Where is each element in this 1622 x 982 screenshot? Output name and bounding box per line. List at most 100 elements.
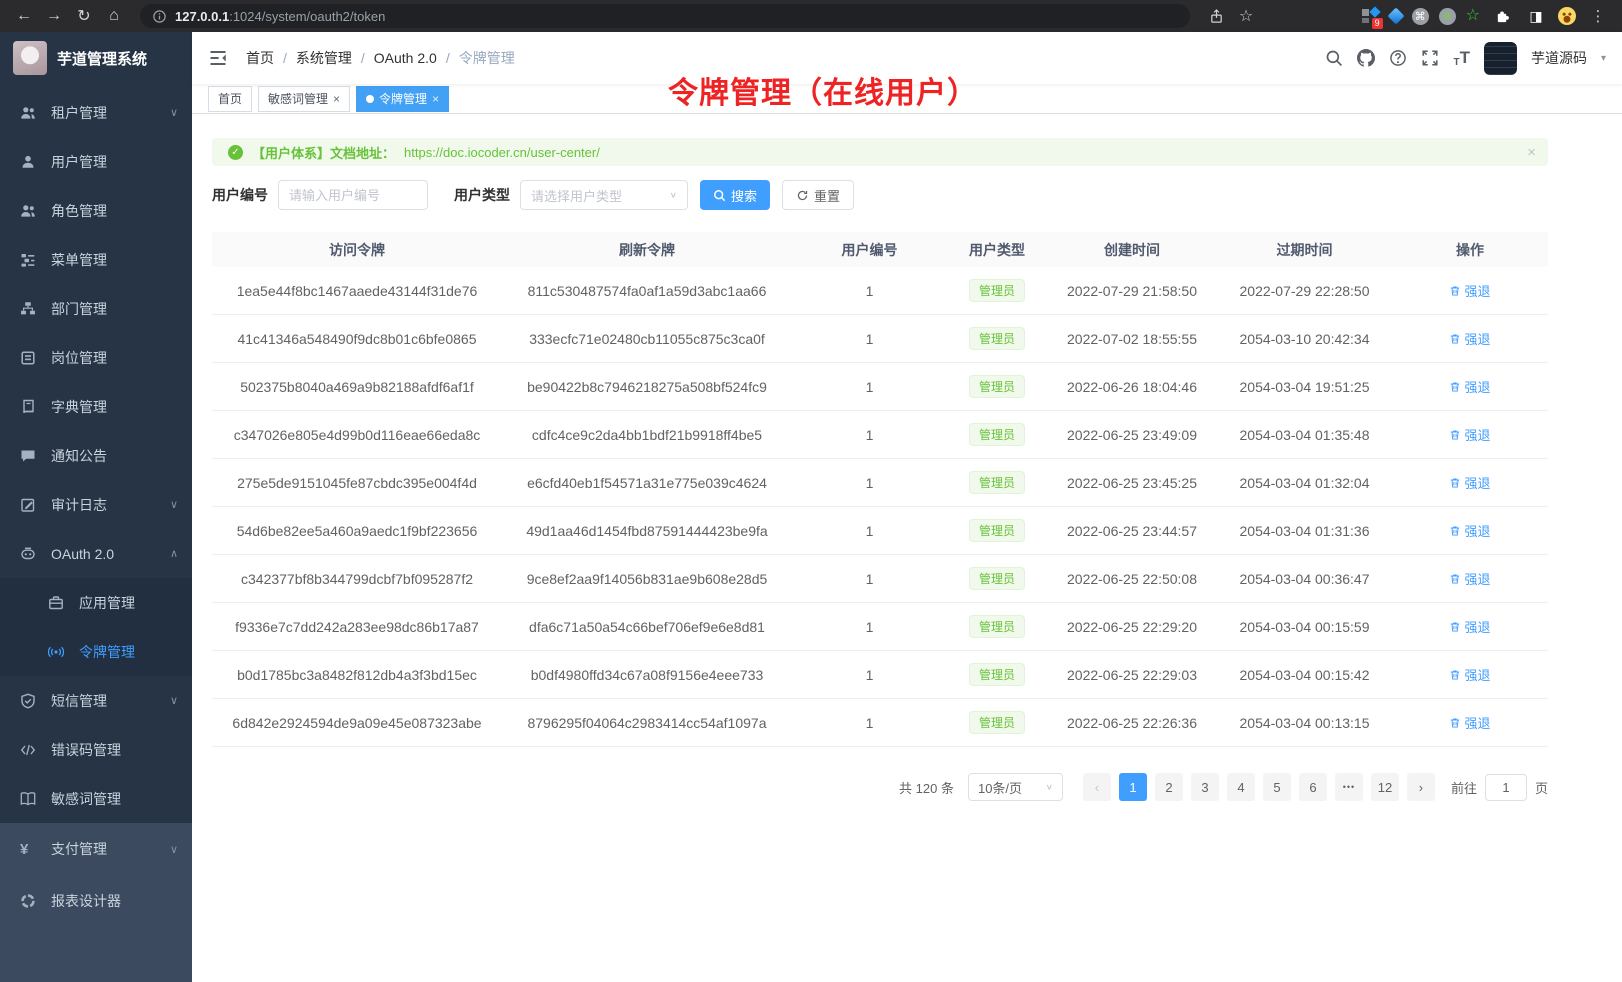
tab-sensitive-word[interactable]: 敏感词管理 × (258, 86, 350, 112)
search-icon[interactable] (1325, 49, 1343, 67)
bookmark-star-icon[interactable]: ☆ (1234, 4, 1258, 28)
page-button-5[interactable]: 5 (1263, 773, 1291, 801)
dict-icon (20, 399, 38, 415)
sidebar-item-error-code[interactable]: 错误码管理 (0, 725, 192, 774)
breadcrumb-item[interactable]: OAuth 2.0 (374, 50, 437, 66)
sidebar-item-oauth2[interactable]: OAuth 2.0∧ (0, 529, 192, 578)
user-type-select[interactable]: 请选择用户类型 ∨ (520, 180, 688, 210)
browser-menu-icon[interactable]: ⋮ (1586, 4, 1610, 28)
extension-command-icon[interactable]: ⌘ (1412, 8, 1429, 25)
sidebar-item-report[interactable]: 报表设计器 (0, 875, 192, 927)
tab-label: 敏感词管理 (268, 90, 328, 107)
sidebar-toggle-icon[interactable] (208, 47, 230, 69)
alert-doc-link[interactable]: https://doc.iocoder.cn/user-center/ (404, 145, 600, 160)
next-page-button[interactable]: › (1407, 773, 1435, 801)
sidebar-item-oauth2-token[interactable]: 令牌管理 (0, 627, 192, 676)
sidebar-item-pay[interactable]: ¥支付管理∨ (0, 823, 192, 875)
sidebar-item-dept[interactable]: 部门管理 (0, 284, 192, 333)
sidebar-item-label: 令牌管理 (79, 642, 135, 662)
action-cell: 强退 (1392, 713, 1548, 732)
page-button-6[interactable]: 6 (1299, 773, 1327, 801)
user-type-badge: 管理员 (969, 279, 1025, 302)
action-cell: 强退 (1392, 617, 1548, 636)
extensions-puzzle-icon[interactable] (1490, 4, 1514, 28)
sidebar-item-dict[interactable]: 字典管理 (0, 382, 192, 431)
page-button-4[interactable]: 4 (1227, 773, 1255, 801)
force-logout-button[interactable]: 强退 (1449, 713, 1490, 732)
browser-reload-icon[interactable]: ↻ (72, 4, 96, 28)
extension-record-icon[interactable] (1439, 8, 1456, 25)
logo[interactable]: 芋道管理系统 (0, 32, 192, 84)
tab-split-icon[interactable]: ◨ (1524, 4, 1548, 28)
sidebar-item-user[interactable]: 用户管理 (0, 137, 192, 186)
user-id-input[interactable] (278, 180, 428, 210)
github-icon[interactable] (1357, 49, 1375, 67)
sidebar-item-menu[interactable]: 菜单管理 (0, 235, 192, 284)
page-ellipsis[interactable]: ••• (1335, 773, 1363, 801)
page-button-2[interactable]: 2 (1155, 773, 1183, 801)
tab-home[interactable]: 首页 (208, 86, 252, 112)
browser-back-icon[interactable]: ← (12, 4, 36, 28)
sidebar-item-sms[interactable]: 短信管理∨ (0, 676, 192, 725)
force-logout-button[interactable]: 强退 (1449, 473, 1490, 492)
force-logout-button[interactable]: 强退 (1449, 329, 1490, 348)
page-size-select[interactable]: 10条/页 ∨ (968, 773, 1063, 801)
green-dot (1443, 12, 1451, 20)
force-logout-button[interactable]: 强退 (1449, 281, 1490, 300)
prev-page-button[interactable]: ‹ (1083, 773, 1111, 801)
action-cell: 强退 (1392, 569, 1548, 588)
force-logout-button[interactable]: 强退 (1449, 377, 1490, 396)
reset-button[interactable]: 重置 (782, 180, 854, 210)
tab-close-icon[interactable]: × (432, 93, 439, 105)
user-name[interactable]: 芋道源码 (1531, 48, 1587, 68)
search-button[interactable]: 搜索 (700, 180, 770, 210)
share-icon[interactable] (1204, 4, 1228, 28)
column-header: 刷新令牌 (502, 240, 792, 260)
user-type-badge: 管理员 (969, 471, 1025, 494)
browser-home-icon[interactable]: ⌂ (102, 4, 126, 28)
site-info-icon[interactable] (152, 9, 167, 24)
force-logout-button[interactable]: 强退 (1449, 617, 1490, 636)
page-button-3[interactable]: 3 (1191, 773, 1219, 801)
user-type-badge: 管理员 (969, 567, 1025, 590)
alert-close-icon[interactable]: × (1527, 144, 1536, 161)
sidebar-item-oauth2-app[interactable]: 应用管理 (0, 578, 192, 627)
breadcrumb-item[interactable]: 系统管理 (296, 48, 352, 68)
address-bar[interactable]: 127.0.0.1:1024/system/oauth2/token (140, 4, 1190, 28)
sidebar-item-post[interactable]: 岗位管理 (0, 333, 192, 382)
tab-token[interactable]: 令牌管理× (356, 86, 449, 112)
breadcrumb-item[interactable]: 首页 (246, 48, 274, 68)
force-logout-button[interactable]: 强退 (1449, 425, 1490, 444)
extension-grid-icon[interactable]: 9 (1362, 7, 1380, 25)
force-logout-button[interactable]: 强退 (1449, 521, 1490, 540)
sidebar-item-sensitive-word[interactable]: 敏感词管理 (0, 774, 192, 823)
font-size-icon[interactable]: TT (1453, 48, 1470, 68)
browser-toolbar: ← → ↻ ⌂ 127.0.0.1:1024/system/oauth2/tok… (0, 0, 1622, 32)
browser-forward-icon[interactable]: → (42, 4, 66, 28)
browser-profile-avatar[interactable] (1558, 7, 1576, 25)
sidebar-item-notice[interactable]: 通知公告 (0, 431, 192, 480)
column-header: 用户类型 (947, 240, 1047, 260)
force-logout-button[interactable]: 强退 (1449, 569, 1490, 588)
goto-page-input[interactable] (1485, 774, 1527, 801)
user-type-cell: 管理员 (947, 279, 1047, 302)
extension-star-icon[interactable]: ☆ (1466, 8, 1480, 24)
created-time-cell: 2022-06-25 22:29:03 (1047, 667, 1217, 683)
action-cell: 强退 (1392, 521, 1548, 540)
created-time-cell: 2022-06-25 23:45:25 (1047, 475, 1217, 491)
tab-close-icon[interactable]: × (333, 93, 340, 105)
expire-time-cell: 2054-03-04 00:36:47 (1217, 571, 1392, 587)
page-button-12[interactable]: 12 (1371, 773, 1399, 801)
sidebar-item-role[interactable]: 角色管理 (0, 186, 192, 235)
expire-time-cell: 2054-03-04 01:32:04 (1217, 475, 1392, 491)
caret-down-icon[interactable]: ▾ (1601, 53, 1606, 64)
page-button-1[interactable]: 1 (1119, 773, 1147, 801)
user-avatar[interactable] (1484, 42, 1517, 75)
fullscreen-icon[interactable] (1421, 49, 1439, 67)
sidebar-item-tenant[interactable]: 租户管理∨ (0, 88, 192, 137)
force-logout-button[interactable]: 强退 (1449, 665, 1490, 684)
sidebar-item-audit-log[interactable]: 审计日志∨ (0, 480, 192, 529)
help-icon[interactable] (1389, 49, 1407, 67)
total-count: 共 120 条 (899, 778, 954, 797)
extension-gem-icon[interactable] (1387, 8, 1404, 25)
